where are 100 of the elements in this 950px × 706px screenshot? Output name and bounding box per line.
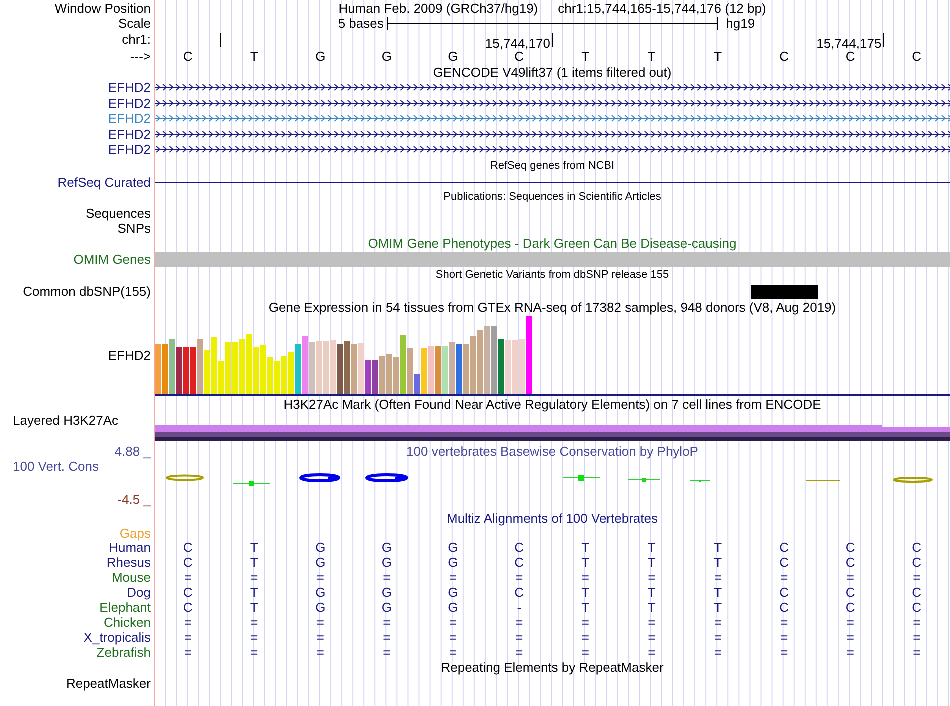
alignment-base: C xyxy=(912,586,922,598)
species-label: X_tropicalis xyxy=(84,630,151,644)
alignment-base: C xyxy=(912,600,922,614)
alignment-base: T xyxy=(250,600,258,614)
alignment-base: = xyxy=(582,630,590,644)
alignment-base: = xyxy=(846,570,854,584)
alignment-base: C xyxy=(514,586,524,598)
track-label: Gaps xyxy=(120,526,151,540)
species-label: Human xyxy=(109,540,151,554)
assembly-text: hg19 xyxy=(725,17,756,30)
alignment-base: C xyxy=(846,556,856,568)
alignment-base: = xyxy=(316,570,324,584)
base-letter: C xyxy=(912,50,922,62)
alignment-base: G xyxy=(382,556,392,568)
alignment-base: G xyxy=(448,556,458,568)
alignment-base: C xyxy=(846,586,856,598)
track-label: Common dbSNP(155) xyxy=(23,285,151,298)
position-text: chr1:15,744,165-15,744,176 (12 bp) xyxy=(558,2,766,14)
alignment-base: = xyxy=(449,570,457,584)
alignment-base: = xyxy=(184,646,192,658)
row-label: chr1: xyxy=(122,33,151,46)
track-title: Short Genetic Variants from dbSNP release 155 xyxy=(436,270,670,281)
base-letter: T xyxy=(250,50,258,62)
track-label: SNPs xyxy=(118,222,151,234)
alignment-base: = xyxy=(449,646,457,658)
gene-strand-line[interactable] xyxy=(155,146,950,154)
alignment-base: = xyxy=(648,616,656,628)
gene-strand-line[interactable] xyxy=(155,84,950,92)
alignment-base: = xyxy=(714,616,722,628)
alignment-base: = xyxy=(714,630,722,644)
alignment-base: T xyxy=(648,586,656,598)
base-letter: G xyxy=(448,50,458,62)
alignment-base: T xyxy=(714,586,722,598)
gene-strand-line[interactable] xyxy=(155,100,950,107)
alignment-base: G xyxy=(382,600,392,614)
alignment-base: C xyxy=(912,540,922,554)
gene-strand-line[interactable] xyxy=(155,130,950,138)
track-label: RepeatMasker xyxy=(66,677,151,690)
alignment-base: C xyxy=(780,556,790,568)
track-title: 100 vertebrates Basewise Conservation by PhyloP xyxy=(406,445,698,458)
scale-text: 5 bases xyxy=(338,17,385,30)
alignment-base: T xyxy=(648,556,656,568)
species-label: Mouse xyxy=(112,570,151,584)
alignment-base: C xyxy=(183,556,193,568)
base-letter: C xyxy=(780,50,790,62)
gene-label: EFHD2 xyxy=(108,81,151,94)
alignment-base: = xyxy=(250,646,258,658)
track-title: Gene Expression in 54 tissues from GTEx RNA-seq of 17382 samples, 948 donors (V8, Aug 2019) xyxy=(268,301,836,314)
variant-bar xyxy=(751,284,818,298)
alignment-base: G xyxy=(448,586,458,598)
base-letter: C xyxy=(846,50,856,62)
track-label: Layered H3K27Ac xyxy=(13,414,119,426)
alignment-base: = xyxy=(582,570,590,584)
row-label: Window Position xyxy=(54,2,151,14)
gene-label: EFHD2 xyxy=(108,128,151,141)
base-letter: G xyxy=(382,50,392,62)
alignment-base: = xyxy=(250,616,258,628)
alignment-base: = xyxy=(449,616,457,628)
alignment-base: = xyxy=(316,630,324,644)
base-letter: C xyxy=(514,50,524,62)
alignment-base: G xyxy=(316,556,326,568)
alignment-base: C xyxy=(183,600,193,614)
track-label: OMIM Genes xyxy=(74,253,151,266)
alignment-base: = xyxy=(184,630,192,644)
alignment-base: C xyxy=(846,540,856,554)
alignment-base: = xyxy=(184,570,192,584)
alignment-base: = xyxy=(780,570,788,584)
alignment-base: = xyxy=(582,646,590,658)
alignment-base: = xyxy=(648,570,656,584)
alignment-base: T xyxy=(582,556,590,568)
alignment-base: = xyxy=(184,616,192,628)
alignment-base: = xyxy=(714,646,722,658)
alignment-base: C xyxy=(183,586,193,598)
alignment-base: = xyxy=(516,616,524,628)
alignment-base: T xyxy=(648,540,656,554)
alignment-base: T xyxy=(582,540,590,554)
alignment-base: = xyxy=(780,630,788,644)
alignment-base: = xyxy=(780,646,788,658)
alignment-base: = xyxy=(582,616,590,628)
species-label: Elephant xyxy=(100,600,151,614)
track-title: RefSeq genes from NCBI xyxy=(490,161,615,172)
alignment-base: G xyxy=(316,600,326,614)
track-title: GENCODE V49lift37 (1 items filtered out) xyxy=(433,66,672,78)
alignment-base: C xyxy=(780,540,790,554)
alignment-base: = xyxy=(383,570,391,584)
alignment-base: = xyxy=(516,570,524,584)
species-label: Dog xyxy=(127,586,151,598)
alignment-base: G xyxy=(382,540,392,554)
alignment-base: T xyxy=(582,600,590,614)
alignment-base: = xyxy=(316,616,324,628)
alignment-base: T xyxy=(648,600,656,614)
alignment-base: = xyxy=(383,630,391,644)
alignment-base: C xyxy=(780,600,790,614)
alignment-base: T xyxy=(714,600,722,614)
alignment-base: - xyxy=(517,600,522,614)
alignment-base: = xyxy=(383,616,391,628)
alignment-base: = xyxy=(316,646,324,658)
alignment-base: = xyxy=(913,570,921,584)
alignment-base: = xyxy=(913,630,921,644)
track-label: 100 Vert. Cons xyxy=(13,460,99,472)
